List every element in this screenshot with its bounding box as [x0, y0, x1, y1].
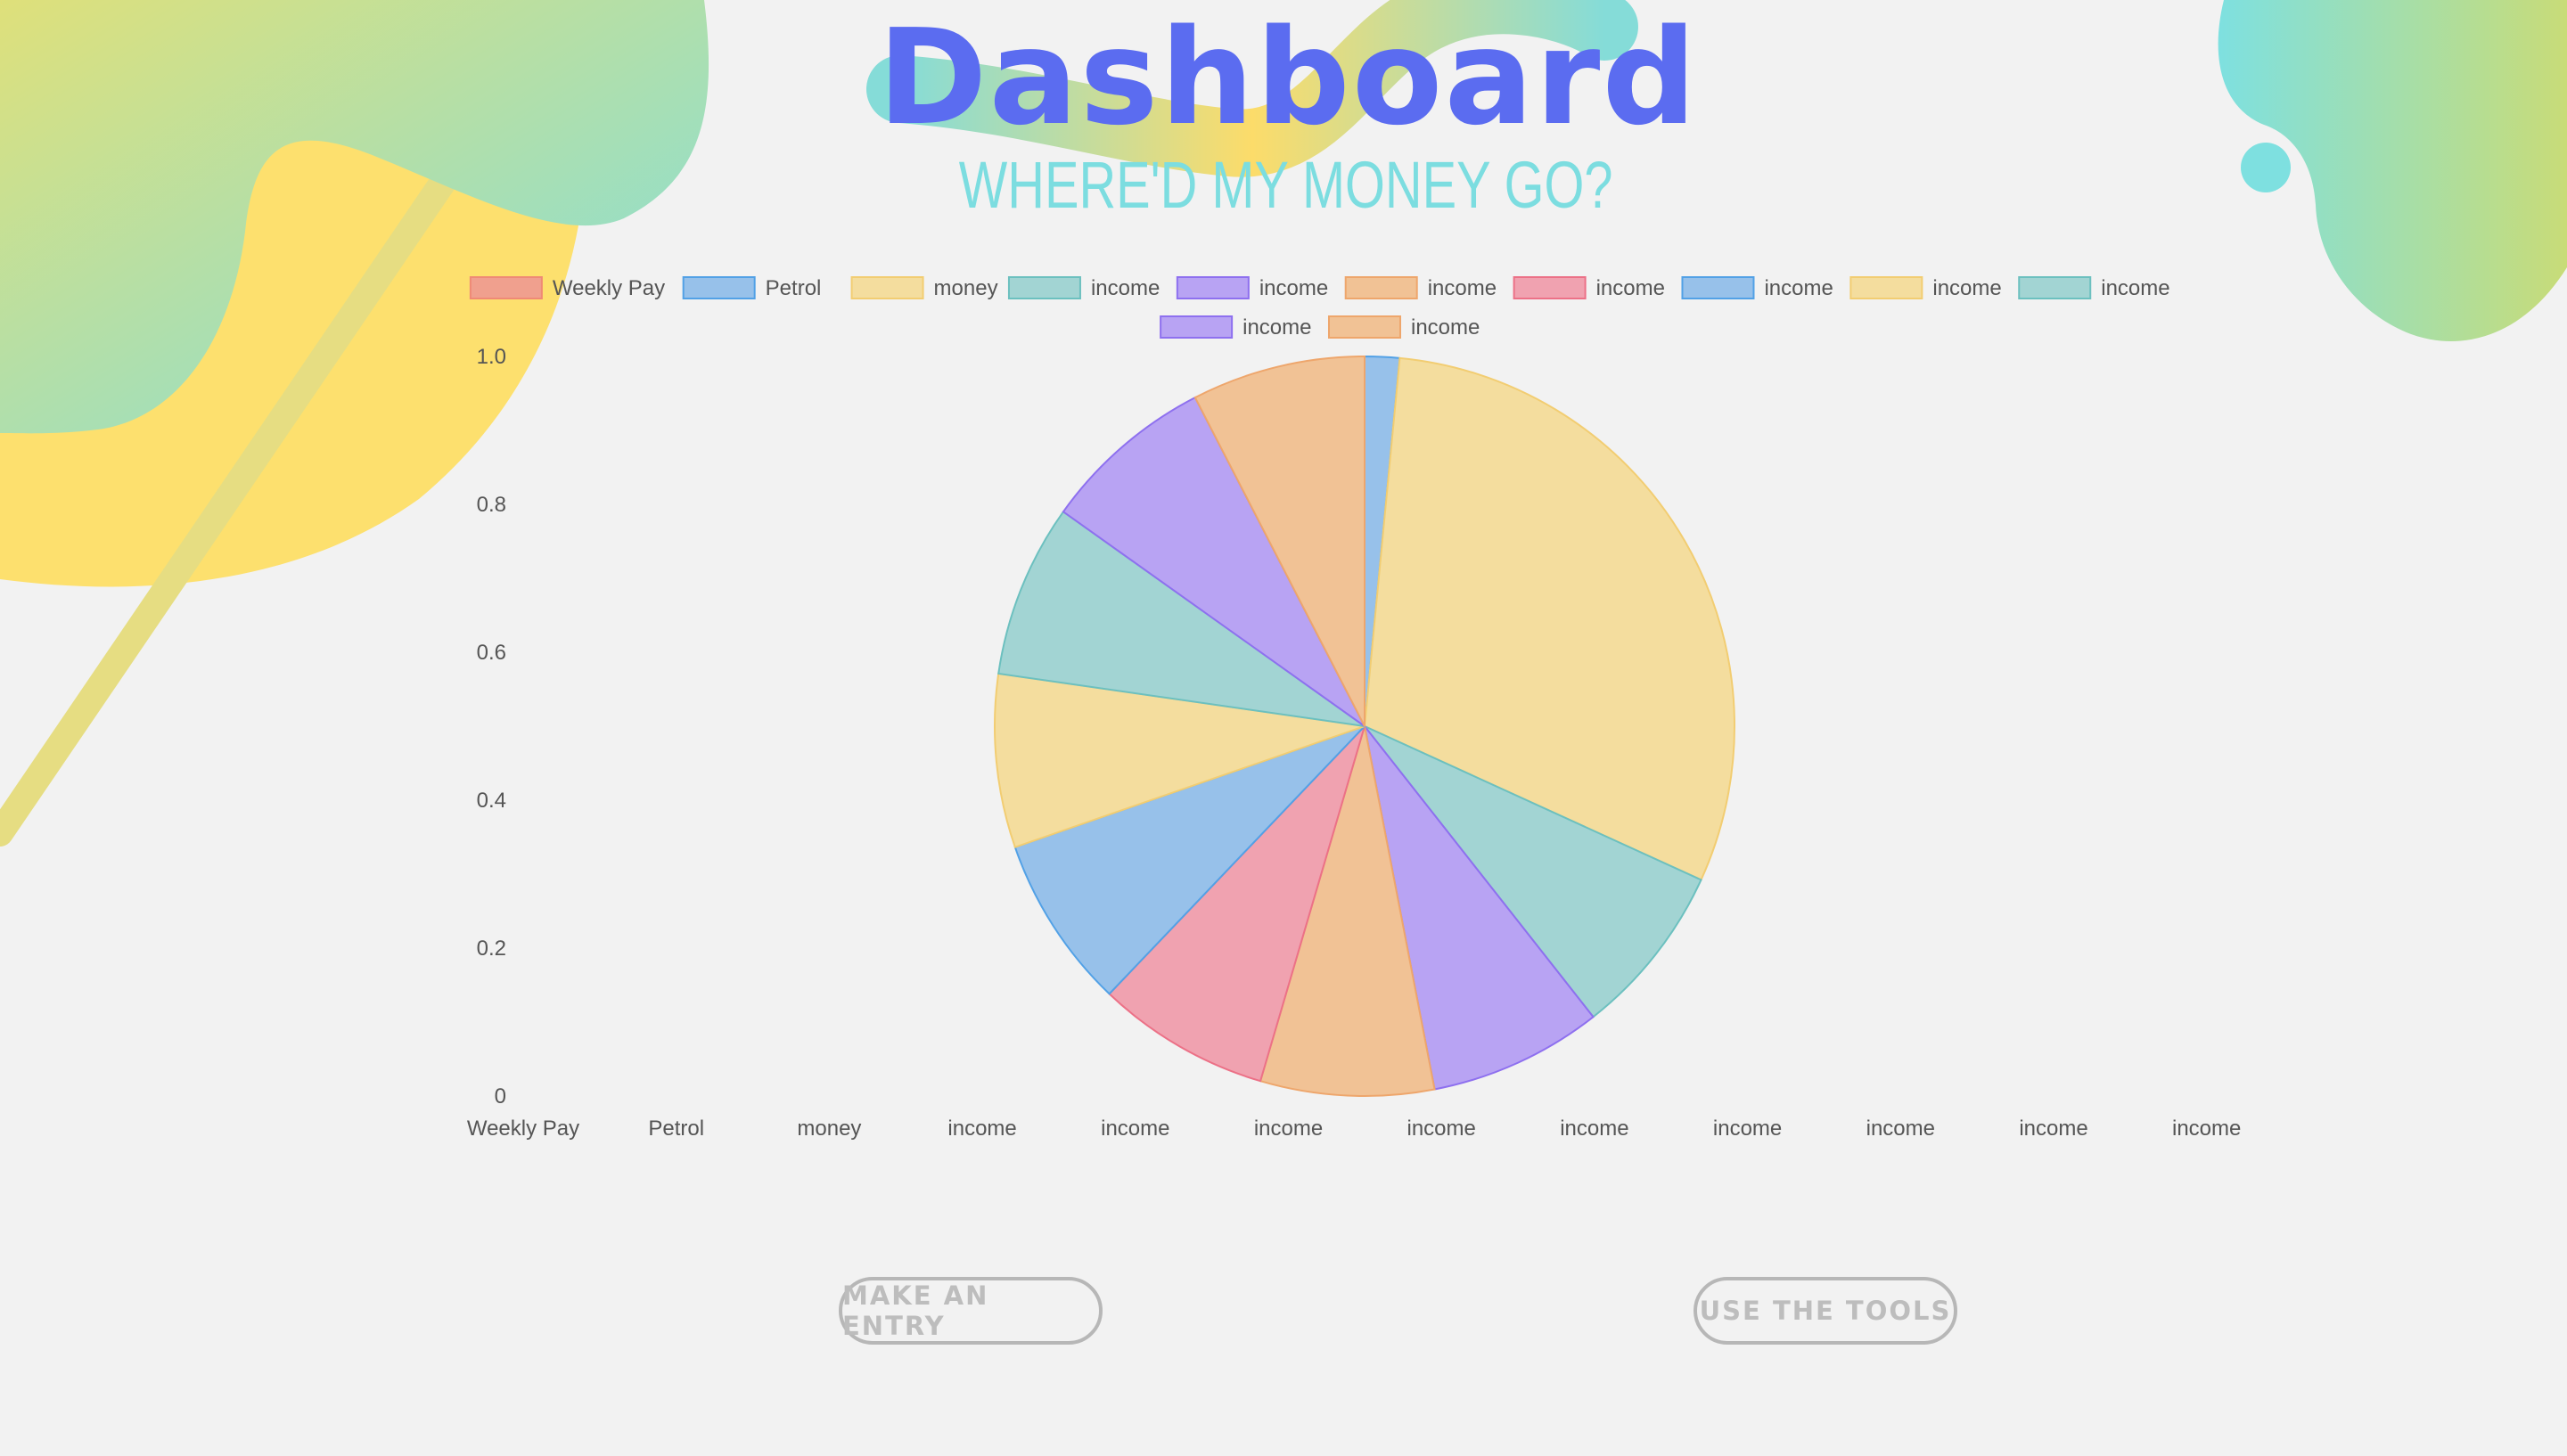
legend-label: income	[1596, 276, 1665, 300]
legend-swatch	[1681, 276, 1755, 299]
legend-label: money	[934, 276, 998, 300]
x-tick-label: income	[1254, 1117, 1323, 1141]
y-tick-label: 0.4	[477, 789, 506, 813]
x-tick-label: Weekly Pay	[467, 1117, 579, 1141]
x-tick-label: money	[797, 1117, 861, 1141]
legend-swatch	[1176, 276, 1250, 299]
make-entry-button[interactable]: MAKE AN ENTRY	[839, 1277, 1103, 1345]
x-axis: Weekly Pay Petrol money income income income i…	[467, 1117, 2242, 1141]
legend-label: income	[1428, 276, 1497, 300]
legend-label: income	[1932, 276, 2001, 300]
legend-swatch	[1160, 315, 1234, 339]
legend-swatch	[1328, 315, 1401, 339]
legend-label: Petrol	[766, 276, 822, 300]
x-tick-label: income	[2172, 1117, 2241, 1141]
y-tick-label: 0	[495, 1084, 506, 1108]
legend-swatch	[1513, 276, 1587, 299]
legend-swatch	[1344, 276, 1418, 299]
legend-label: income	[2101, 276, 2169, 300]
x-tick-label: income	[947, 1117, 1016, 1141]
legend-label: income	[1091, 276, 1160, 300]
legend-label: Weekly Pay	[553, 276, 665, 300]
x-tick-label: income	[2019, 1117, 2087, 1141]
y-tick-label: 1.0	[477, 345, 506, 369]
y-axis: 0 0.2 0.4 0.6 0.8 1.0	[477, 345, 506, 1108]
pie-slices	[994, 355, 1735, 1097]
y-tick-label: 0.2	[477, 937, 506, 961]
legend-swatch	[850, 276, 924, 299]
legend-label: income	[1259, 276, 1328, 300]
x-tick-label: income	[1560, 1117, 1628, 1141]
chart-legend: Weekly Pay Petrol money income income income i…	[469, 276, 2170, 339]
expense-pie-chart: Weekly Pay Petrol money income income income i…	[467, 276, 2242, 1141]
x-tick-label: income	[1407, 1117, 1476, 1141]
x-tick-label: Petrol	[648, 1117, 704, 1141]
x-tick-label: income	[1866, 1117, 1935, 1141]
legend-swatch	[1849, 276, 1923, 299]
legend-swatch	[2018, 276, 2092, 299]
legend-swatch	[682, 276, 756, 299]
legend-swatch	[1007, 276, 1081, 299]
legend-swatch	[469, 276, 543, 299]
y-tick-label: 0.8	[477, 493, 506, 517]
use-tools-button[interactable]: USE THE TOOLS	[1694, 1277, 1957, 1345]
x-tick-label: income	[1101, 1117, 1169, 1141]
y-tick-label: 0.6	[477, 641, 506, 665]
legend-label: income	[1242, 315, 1311, 339]
x-tick-label: income	[1713, 1117, 1782, 1141]
legend-label: income	[1411, 315, 1480, 339]
legend-label: income	[1764, 276, 1833, 300]
